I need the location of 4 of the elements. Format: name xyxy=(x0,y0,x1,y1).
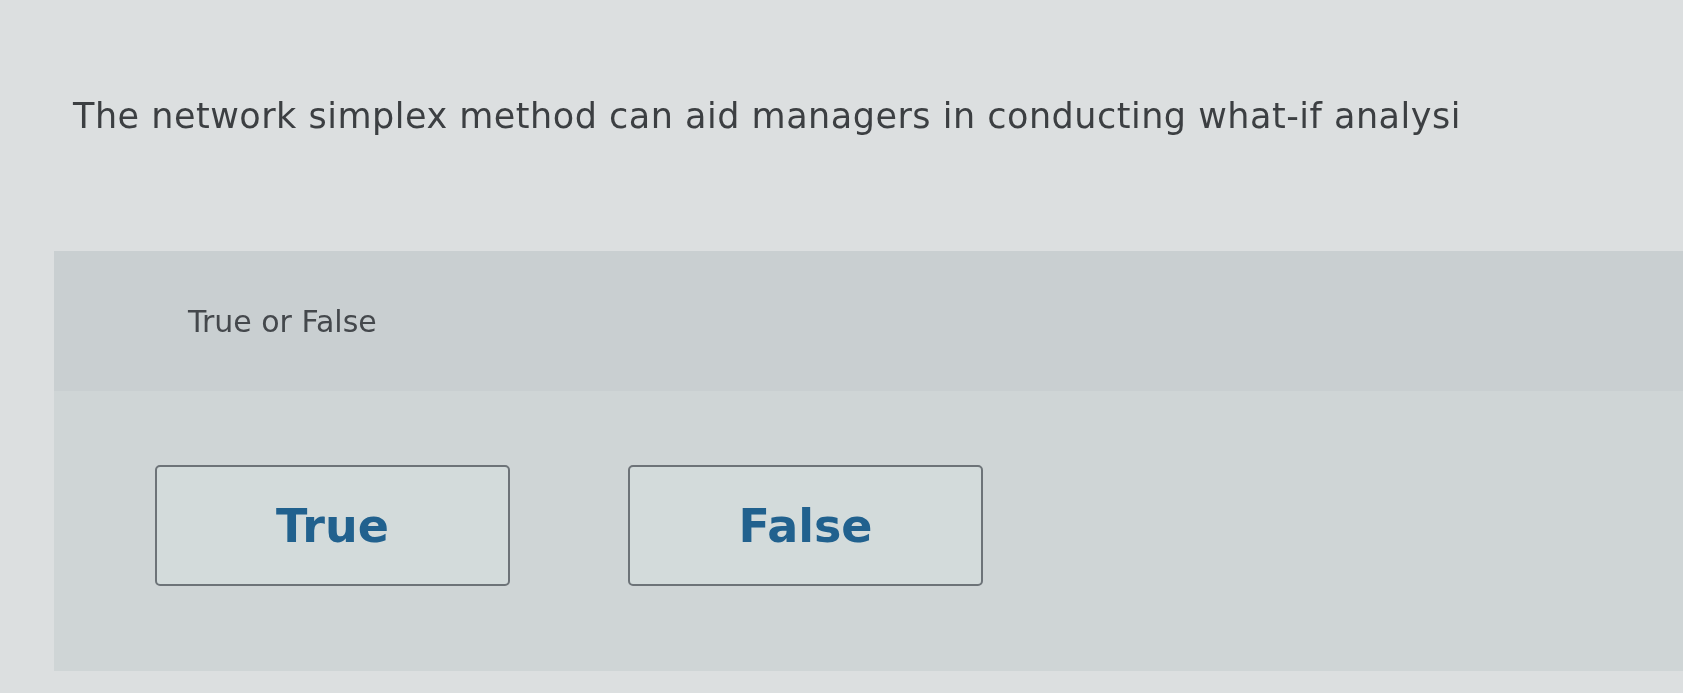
question-text: The network simplex method can aid managers in conducting what-if analysi xyxy=(72,95,1462,136)
prompt-text: True or False xyxy=(188,303,377,339)
answer-button[interactable]: False xyxy=(628,465,983,586)
answer-button[interactable]: True xyxy=(155,465,510,586)
